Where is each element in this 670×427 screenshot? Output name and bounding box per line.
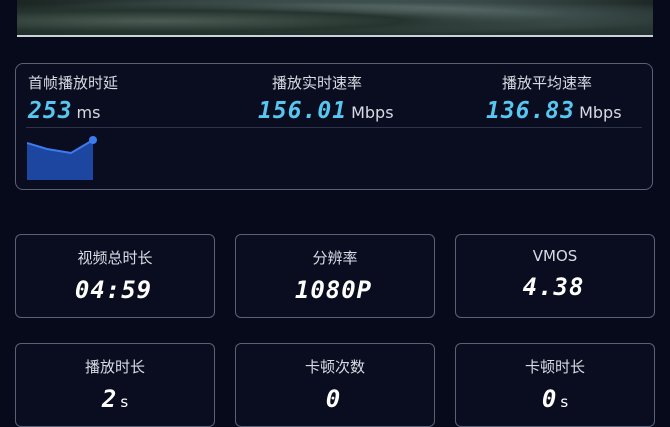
panel-divider: [26, 127, 642, 128]
first-frame-delay-value: 253: [28, 98, 73, 124]
stall-duration-value: 0: [541, 385, 558, 413]
first-frame-delay-stat: 首帧播放时延 253 ms: [28, 72, 118, 124]
rate-sparkline: [27, 136, 97, 180]
card-stall-duration: 卡顿时长 0s: [455, 343, 655, 427]
play-duration-label: 播放时长: [84, 358, 145, 376]
resolution-label: 分辨率: [312, 249, 358, 267]
realtime-rate-value: 156.01: [258, 98, 348, 124]
speed-stats-panel: 首帧播放时延 253 ms 播放实时速率 156.01 Mbps 播放平均速率 13…: [15, 63, 653, 190]
vmos-label: VMOS: [532, 247, 578, 265]
card-play-duration: 播放时长 2s: [15, 343, 215, 427]
play-duration-value: 2: [101, 385, 118, 413]
card-total-duration: 视频总时长 04:59: [15, 234, 215, 318]
card-resolution: 分辨率 1080P: [235, 234, 435, 318]
first-frame-delay-unit: ms: [76, 103, 101, 122]
average-rate-unit: Mbps: [579, 103, 622, 122]
sparkline-current-point: [89, 136, 97, 144]
average-rate-value: 136.83: [486, 98, 576, 124]
card-stall-count: 卡顿次数 0: [235, 343, 435, 427]
first-frame-delay-label: 首帧播放时延: [28, 74, 119, 92]
realtime-rate-unit: Mbps: [351, 103, 394, 122]
average-rate-label: 播放平均速率: [502, 74, 593, 92]
stall-count-value: 0: [325, 385, 342, 413]
stall-duration-label: 卡顿时长: [524, 358, 585, 376]
play-duration-unit: s: [120, 393, 129, 411]
video-player[interactable]: [17, 0, 653, 37]
realtime-rate-label: 播放实时速率: [272, 74, 363, 92]
stall-count-label: 卡顿次数: [304, 358, 365, 376]
card-vmos: VMOS 4.38: [455, 234, 655, 318]
realtime-rate-stat: 播放实时速率 156.01 Mbps: [258, 72, 394, 124]
stall-duration-unit: s: [560, 393, 569, 411]
resolution-value: 1080P: [294, 276, 373, 304]
average-rate-stat: 播放平均速率 136.83 Mbps: [486, 72, 622, 124]
total-duration-value: 04:59: [74, 276, 153, 304]
total-duration-label: 视频总时长: [77, 249, 153, 267]
vmos-value: 4.38: [522, 273, 585, 301]
